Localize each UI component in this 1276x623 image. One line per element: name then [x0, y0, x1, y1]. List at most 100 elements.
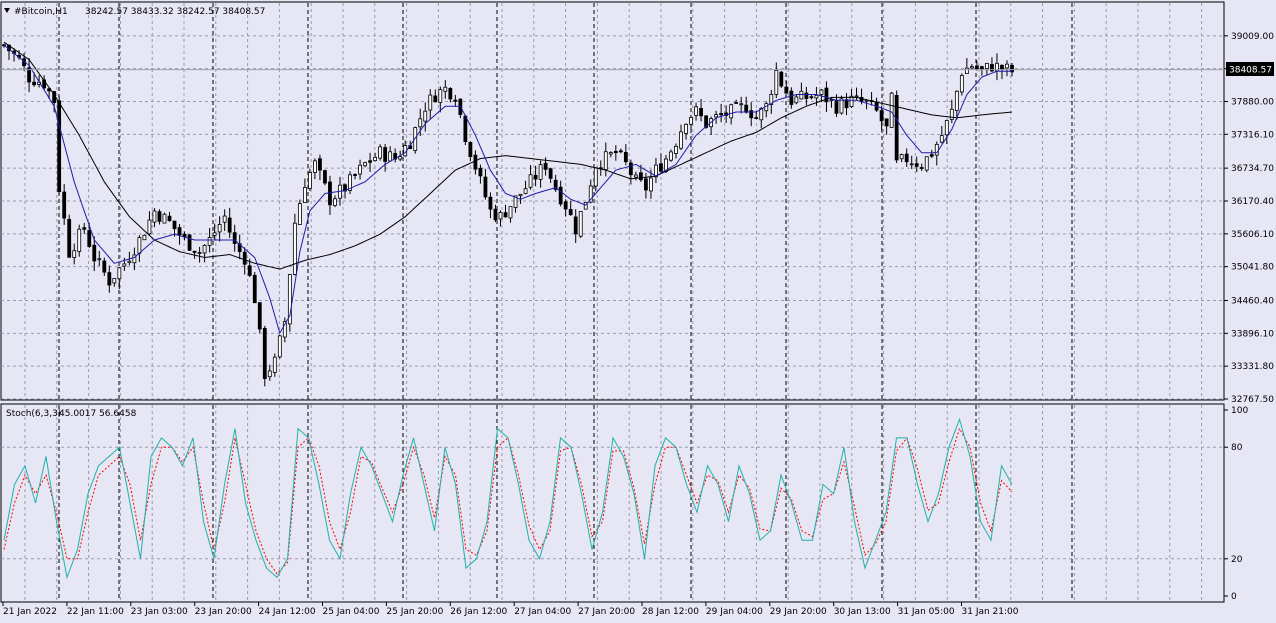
candle-body — [633, 174, 638, 178]
candle-body — [388, 151, 393, 162]
candle-body — [443, 86, 448, 92]
candle-body — [398, 156, 403, 160]
price-tick-label: 37316.10 — [1231, 130, 1274, 140]
candle-body — [719, 113, 724, 116]
candle-body — [543, 162, 548, 170]
candle-body — [262, 327, 267, 380]
time-tick-label: 21 Jan 2022 — [3, 607, 57, 617]
candle-body — [508, 206, 513, 219]
candle-body — [217, 224, 222, 233]
price-tick-label: 35041.80 — [1231, 263, 1274, 273]
candle-body — [949, 108, 954, 120]
price-tick-label: 34460.40 — [1231, 296, 1274, 306]
candle-body — [187, 234, 192, 251]
candle-body — [638, 172, 643, 181]
candle-body — [468, 141, 473, 158]
candle-body — [112, 278, 117, 284]
candle-body — [82, 227, 87, 230]
candle-body — [985, 62, 989, 70]
candle-body — [267, 370, 272, 378]
candle-body — [302, 187, 307, 203]
candle-body — [272, 356, 277, 373]
candle-body — [934, 143, 939, 156]
current-price-label: 38408.57 — [1229, 66, 1272, 76]
candle-body — [308, 172, 312, 189]
time-tick-label: 27 Jan 04:00 — [514, 607, 571, 617]
candle-body — [779, 71, 784, 87]
candle-body — [297, 203, 302, 225]
candle-body — [62, 191, 67, 219]
candle-body — [453, 99, 458, 102]
time-tick-label: 25 Jan 04:00 — [323, 607, 380, 617]
time-tick-label: 23 Jan 03:00 — [131, 607, 188, 617]
candle-body — [333, 198, 337, 206]
candle-body — [318, 158, 322, 171]
price-tick-label: 36734.70 — [1231, 164, 1274, 174]
candle-body — [358, 164, 362, 175]
candle-body — [328, 181, 332, 206]
candle-body — [714, 114, 719, 118]
main-header-ohlc: 38242.57 38433.32 38242.57 38408.57 — [85, 7, 265, 17]
candle-body — [313, 160, 317, 173]
candle-body — [563, 201, 568, 210]
candle-body — [980, 66, 984, 70]
candle-body — [97, 258, 102, 261]
candle-body — [784, 86, 789, 94]
candle-body — [72, 250, 77, 258]
candle-body — [57, 100, 62, 192]
candle-body — [613, 150, 618, 154]
price-tick-label: 32767.50 — [1231, 395, 1274, 405]
price-tick-label: 37880.00 — [1231, 98, 1274, 108]
candle-body — [493, 208, 498, 221]
price-tick-label: 35606.10 — [1231, 230, 1274, 240]
candle-body — [929, 154, 934, 157]
candle-body — [739, 103, 744, 106]
candle-body — [909, 163, 914, 166]
candle-body — [573, 216, 578, 235]
time-tick-label: 24 Jan 12:00 — [259, 607, 316, 617]
time-tick-label: 22 Jan 11:00 — [67, 607, 124, 617]
candle-body — [292, 222, 297, 275]
candle-body — [804, 92, 809, 100]
candle-body — [483, 176, 488, 198]
candle-body — [659, 163, 663, 172]
candle-body — [227, 217, 232, 233]
candle-body — [964, 67, 969, 74]
candle-body — [809, 96, 814, 99]
candle-body — [383, 147, 388, 162]
candle-body — [353, 174, 357, 176]
price-tick-label: 33331.80 — [1231, 362, 1274, 372]
candle-body — [568, 209, 573, 216]
time-tick-label: 28 Jan 12:00 — [642, 607, 699, 617]
candle-body — [649, 177, 653, 192]
candle-body — [433, 95, 438, 103]
candle-body — [363, 162, 367, 167]
price-tick-label: 36170.40 — [1231, 197, 1274, 207]
candle-body — [162, 213, 167, 224]
candle-body — [428, 94, 433, 111]
candle-body — [799, 90, 804, 100]
stoch-tick-label: 20 — [1231, 555, 1243, 565]
candle-body — [894, 94, 899, 161]
candle-body — [177, 227, 182, 236]
candle-body — [368, 160, 372, 163]
time-tick-label: 29 Jan 20:00 — [770, 607, 827, 617]
candle-body — [212, 232, 217, 236]
candle-body — [1000, 64, 1004, 70]
candle-body — [478, 167, 483, 177]
candle-body — [899, 154, 904, 160]
candle-body — [558, 186, 563, 205]
candle-body — [794, 96, 799, 104]
candle-body — [644, 178, 648, 191]
candle-body — [879, 110, 884, 122]
candle-body — [222, 215, 227, 223]
candle-body — [197, 252, 202, 254]
candle-body — [628, 162, 633, 176]
time-tick-label: 31 Jan 21:00 — [962, 607, 1019, 617]
candle-body — [498, 212, 503, 220]
candle-body — [959, 75, 964, 93]
stoch-tick-label: 0 — [1231, 592, 1237, 602]
candle-body — [373, 156, 378, 162]
candle-body — [969, 66, 974, 69]
candle-body — [734, 102, 739, 104]
